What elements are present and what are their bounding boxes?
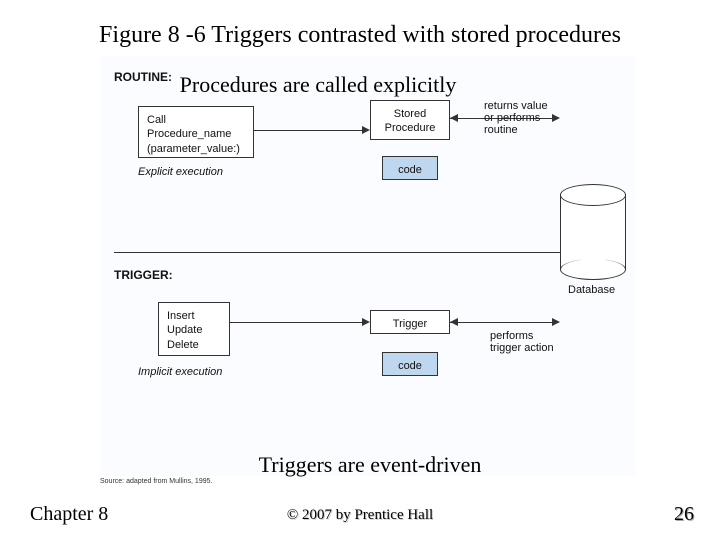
arrow-head-icon xyxy=(362,318,370,326)
events-text: Insert Update Delete xyxy=(167,310,202,351)
call-box: Call Procedure_name (parameter_value:) xyxy=(138,106,254,158)
events-box: Insert Update Delete xyxy=(158,302,230,356)
arrow-head-icon xyxy=(450,318,458,326)
arrow-head-icon xyxy=(552,318,560,326)
figure-title: Figure 8 -6 Triggers contrasted with sto… xyxy=(0,22,720,49)
trigger-code-box: code xyxy=(382,352,438,376)
slide: Figure 8 -6 Triggers contrasted with sto… xyxy=(0,0,720,540)
stored-procedure-text: Stored Procedure xyxy=(385,108,436,134)
routine-code-box: code xyxy=(382,156,438,180)
trigger-text: Trigger xyxy=(393,318,427,330)
trigger-annotation: Triggers are event-driven xyxy=(170,452,570,478)
implicit-caption: Implicit execution xyxy=(138,366,222,378)
arrow-trigger-to-db xyxy=(450,322,552,323)
routine-code-text: code xyxy=(398,164,422,176)
source-attribution: Source: adapted from Mullins, 1995. xyxy=(100,478,212,485)
trigger-code-text: code xyxy=(398,360,422,372)
routine-annotation: Procedures are called explicitly xyxy=(118,72,518,98)
arrow-events-to-trigger xyxy=(230,322,362,323)
explicit-caption: Explicit execution xyxy=(138,166,223,178)
arrow-head-icon xyxy=(450,114,458,122)
arrow-call-to-stored xyxy=(254,130,362,131)
page-number: 26 xyxy=(674,503,694,526)
trigger-label: TRIGGER: xyxy=(114,268,173,282)
section-divider xyxy=(114,252,622,253)
database-label: Database xyxy=(568,284,615,296)
trigger-box: Trigger xyxy=(370,310,450,334)
returns-caption: returns value or performs routine xyxy=(484,100,574,136)
performs-caption: performs trigger action xyxy=(490,330,580,354)
database-icon xyxy=(560,184,626,280)
diagram-area: ROUTINE: Call Procedure_name (parameter_… xyxy=(100,56,636,476)
call-box-text: Call Procedure_name (parameter_value:) xyxy=(147,114,240,155)
arrow-head-icon xyxy=(362,126,370,134)
stored-procedure-box: Stored Procedure xyxy=(370,100,450,140)
copyright-label: © 2007 by Prentice Hall xyxy=(0,507,720,524)
